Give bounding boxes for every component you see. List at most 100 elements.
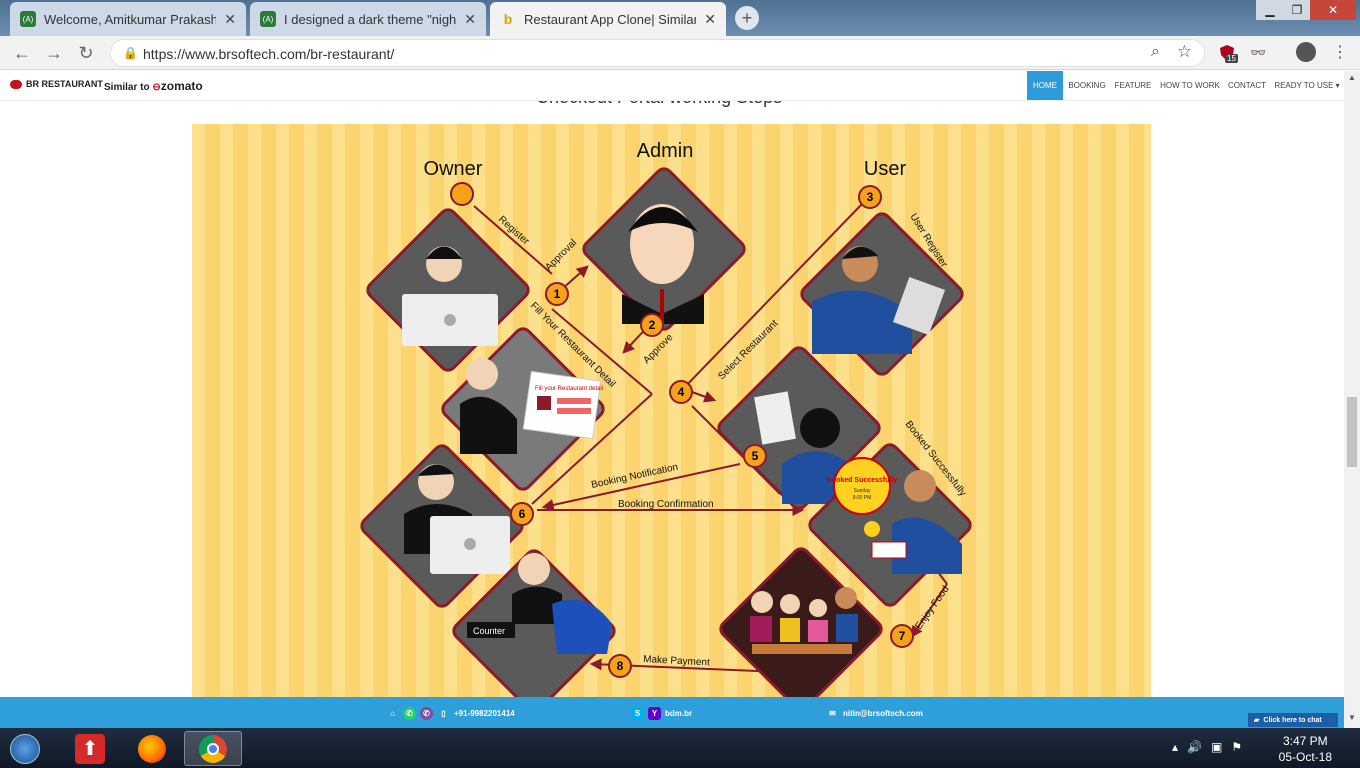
chat-button[interactable]: ▰ Click here to chat [1248, 713, 1338, 727]
skype-icon: S [631, 707, 644, 720]
taskbar-app-upload[interactable]: ⬆ [62, 731, 118, 766]
owner-label: Owner [424, 158, 483, 180]
close-icon[interactable]: ✕ [464, 11, 476, 28]
close-icon[interactable]: ✕ [704, 11, 716, 28]
similar-label: Similar to [104, 82, 150, 93]
mobile-icon: ▯ [441, 709, 446, 718]
chrome-icon [199, 734, 227, 763]
email-address: nitin@brsoftech.com [843, 709, 923, 718]
green-app-icon: (A) [260, 11, 276, 27]
extension-shield-icon[interactable]: 15 [1218, 44, 1238, 63]
clock-time: 3:47 PM [1282, 734, 1328, 748]
contact-phone[interactable]: ⌂ ✆ ✆ ▯ +91-9982201414 [386, 707, 515, 720]
url-text[interactable]: https://www.brsoftech.com/br-restaurant/ [143, 46, 394, 62]
profile-avatar-icon[interactable] [1296, 42, 1316, 62]
similar-to-zomato: Similar to ⊖zomato [104, 79, 203, 93]
forward-button[interactable]: → [42, 41, 66, 65]
windows-logo-icon [10, 733, 40, 764]
tab-welcome[interactable]: (A) Welcome, Amitkumar Prakash Ku ✕ [10, 2, 246, 36]
close-window-button[interactable]: ✕ [1310, 0, 1356, 20]
bubble-time: 8:00 PM [853, 495, 872, 501]
lock-icon: 🔒 [123, 46, 138, 60]
scrollbar-thumb[interactable] [1347, 397, 1357, 467]
home-icon: ⌂ [390, 709, 395, 718]
contact-bar: ⌂ ✆ ✆ ▯ +91-9982201414 S Y bdm.br ✉ niti… [0, 697, 1344, 728]
label-booking-confirmation: Booking Confirmation [618, 499, 714, 510]
step-number-7: 7 [899, 629, 906, 643]
mail-icon: ✉ [829, 709, 836, 718]
step-number-2: 2 [649, 318, 656, 332]
taskbar-app-firefox[interactable] [124, 731, 180, 766]
skype-id: bdm.br [665, 709, 693, 718]
step-number-4: 4 [678, 385, 685, 399]
step-number-1: 1 [554, 287, 561, 301]
user-label: User [864, 158, 907, 180]
tab-title: Restaurant App Clone| Similar we [524, 11, 697, 27]
zomato-icon: ⊖ [152, 82, 161, 93]
tab-title: Welcome, Amitkumar Prakash Ku [44, 11, 217, 27]
system-tray: ▴ 🔊 ▣ ⚑ [1172, 740, 1242, 754]
tab-dark-theme[interactable]: (A) I designed a dark theme "night m ✕ [250, 2, 486, 36]
page-scrollbar[interactable]: ▲ ▼ [1344, 71, 1360, 728]
logo-icon [10, 79, 22, 89]
contact-skype[interactable]: S Y bdm.br [631, 707, 692, 720]
volume-icon[interactable]: 🔊 [1187, 740, 1202, 754]
tab-title: I designed a dark theme "night m [284, 11, 457, 27]
clock-date: 05-Oct-18 [1278, 750, 1332, 764]
menu-kebab-icon[interactable]: ⋮ [1332, 42, 1348, 62]
glasses-icon[interactable]: 👓 [1250, 45, 1266, 61]
yahoo-icon: Y [648, 707, 661, 720]
step-number-3: 3 [867, 190, 874, 204]
bubble-title: Booked Successfully [827, 477, 898, 484]
menu-feature[interactable]: FEATURE [1113, 71, 1153, 100]
browser-toolbar: ← → ↻ 🔒 https://www.brsoftech.com/br-res… [0, 36, 1360, 70]
contact-email[interactable]: ✉ nitin@brsoftech.com [826, 707, 923, 720]
tray-expand-icon[interactable]: ▴ [1172, 740, 1178, 754]
address-bar[interactable]: 🔒 https://www.brsoftech.com/br-restauran… [110, 39, 1205, 67]
start-button[interactable] [0, 731, 50, 766]
site-logo[interactable]: BR RESTAURANT [10, 79, 103, 89]
network-icon[interactable]: ▣ [1211, 740, 1222, 754]
taskbar-app-chrome[interactable] [184, 731, 242, 766]
bookmark-star-icon[interactable]: ☆ [1177, 42, 1192, 62]
step-number-5: 5 [752, 449, 759, 463]
green-app-icon: (A) [20, 11, 36, 27]
page-viewport: BR RESTAURANT Similar to ⊖zomato HOME BO… [0, 71, 1344, 697]
scroll-down-icon[interactable]: ▼ [1348, 713, 1356, 722]
new-tab-button[interactable]: + [735, 6, 759, 30]
close-icon[interactable]: ✕ [224, 11, 236, 28]
search-icon[interactable]: ⌕ [1151, 43, 1160, 61]
upload-arrow-icon: ⬆ [75, 733, 105, 764]
restore-button[interactable]: ❐ [1284, 0, 1310, 20]
bing-icon: b [503, 11, 513, 27]
menu-contact[interactable]: CONTACT [1226, 71, 1268, 100]
site-navbar: BR RESTAURANT Similar to ⊖zomato HOME BO… [0, 71, 1344, 101]
minimize-button[interactable]: ▁ [1256, 0, 1284, 20]
menu-home[interactable]: HOME [1027, 71, 1063, 100]
browser-tab-strip: (A) Welcome, Amitkumar Prakash Ku ✕ (A) … [0, 0, 1360, 36]
logo-text: BR RESTAURANT [26, 79, 103, 89]
viber-icon[interactable]: ✆ [420, 707, 433, 720]
taskbar-clock[interactable]: 3:47 PM 05-Oct-18 [1279, 733, 1332, 765]
scroll-up-icon[interactable]: ▲ [1348, 73, 1356, 82]
reload-button[interactable]: ↻ [74, 41, 98, 65]
bubble-day: Sunday [854, 488, 871, 494]
chat-icon: ▰ [1254, 717, 1260, 724]
extension-badge: 15 [1225, 54, 1238, 63]
menu-how-to-work[interactable]: HOW TO WORK [1160, 71, 1220, 100]
working-steps-diagram: Fill your Restaurant detail Booked Succe… [192, 124, 1151, 697]
form-heading: Fill your Restaurant detail [535, 386, 603, 392]
firefox-icon [138, 734, 166, 763]
back-button[interactable]: ← [10, 41, 34, 65]
flag-icon[interactable]: ⚑ [1231, 740, 1242, 754]
menu-ready-to-use[interactable]: READY TO USE ▾ [1274, 71, 1340, 100]
counter-label: Counter [473, 626, 505, 636]
owner-marker [450, 182, 474, 206]
zomato-text: zomato [160, 79, 203, 93]
chat-label: Click here to chat [1263, 716, 1322, 724]
step-number-6: 6 [519, 507, 526, 521]
whatsapp-icon[interactable]: ✆ [403, 707, 416, 720]
windows-taskbar: ⬆ ▴ 🔊 ▣ ⚑ 3:47 PM 05-Oct-18 [0, 728, 1360, 768]
tab-restaurant-app[interactable]: b Restaurant App Clone| Similar we ✕ [490, 2, 726, 36]
menu-booking[interactable]: BOOKING [1066, 71, 1108, 100]
